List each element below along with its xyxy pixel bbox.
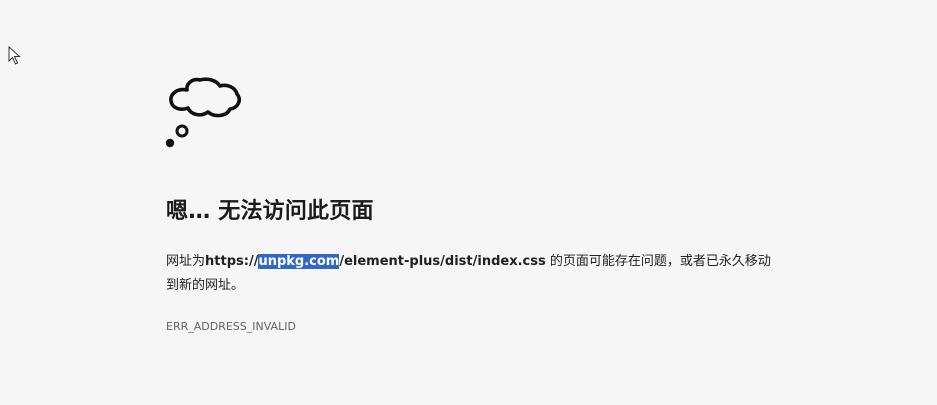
message-prefix: 网址为 (166, 254, 206, 269)
page-title: 嗯… 无法访问此页面 (166, 199, 374, 224)
url-scheme: https:// (205, 254, 259, 269)
error-page: 嗯… 无法访问此页面 网址为https://unpkg.com/element-… (0, 0, 937, 405)
error-message: 网址为https://unpkg.com/element-plus/dist/i… (166, 250, 776, 298)
thought-cloud-icon (165, 77, 241, 148)
failed-url: https://unpkg.com/element-plus/dist/inde… (205, 254, 546, 269)
url-host-selection[interactable]: unpkg.com (258, 254, 340, 269)
mouse-pointer-icon (8, 46, 21, 65)
error-code: ERR_ADDRESS_INVALID (166, 320, 296, 333)
url-path: /element-plus/dist/index.css (339, 254, 546, 269)
